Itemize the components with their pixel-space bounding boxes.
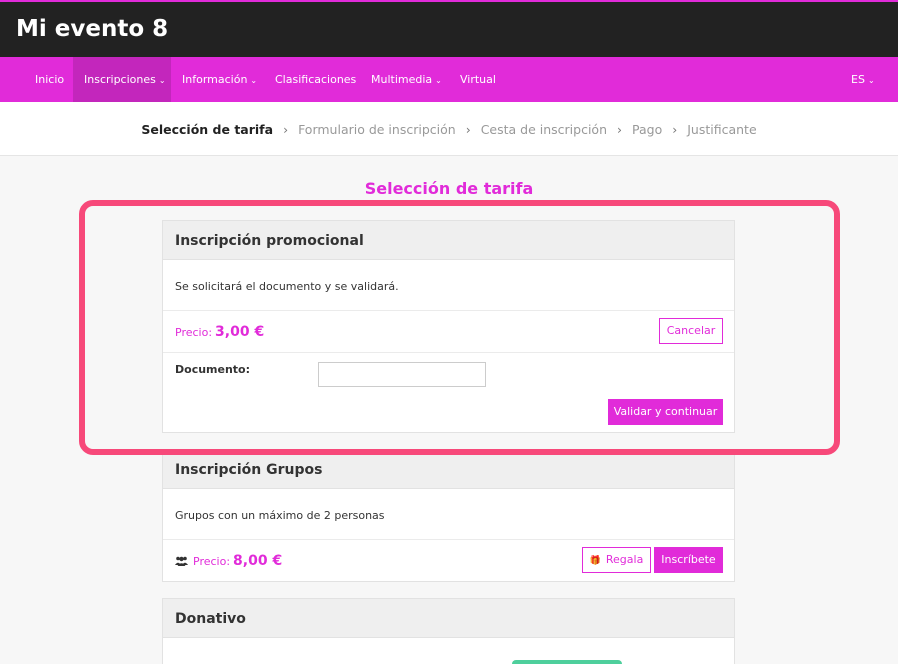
- nav-item-inscripciones[interactable]: Inscripciones ⌄: [73, 57, 171, 102]
- gift-icon: 🎁: [589, 556, 601, 566]
- rate-card-donativo: Donativo: [162, 598, 735, 664]
- price-label-text: Precio:: [193, 555, 231, 568]
- chevron-right-icon: ›: [672, 122, 678, 137]
- nav-item-inicio[interactable]: Inicio: [24, 57, 75, 102]
- gift-button-label: Regala: [605, 553, 644, 566]
- nav-item-clasificaciones[interactable]: Clasificaciones: [264, 57, 367, 102]
- rate-card-description: Grupos con un máximo de 2 personas: [163, 489, 734, 540]
- rate-card-grupos: Inscripción Grupos Grupos con un máximo …: [162, 449, 735, 582]
- price-row: Precio: 8,00 € 🎁 Regala Inscríbete: [163, 540, 734, 582]
- chevron-down-icon: ⌄: [867, 76, 875, 85]
- nav-item-label: Inscripciones: [84, 73, 156, 86]
- section-title: Selección de tarifa: [364, 179, 534, 198]
- donation-button[interactable]: [512, 660, 622, 664]
- rate-card-title: Inscripción Grupos: [163, 450, 734, 489]
- gift-button[interactable]: 🎁 Regala: [582, 547, 651, 573]
- step-formulario: Formulario de inscripción: [298, 122, 456, 137]
- nav-item-label: Información: [182, 73, 248, 86]
- signup-button[interactable]: Inscríbete: [654, 547, 723, 573]
- highlight-outline: [79, 200, 840, 455]
- breadcrumb-steps: Selección de tarifa › Formulario de inscri…: [0, 122, 898, 137]
- rate-card-title: Donativo: [163, 599, 734, 638]
- price-label: Precio: 8,00 €: [175, 553, 282, 569]
- chevron-down-icon: ⌄: [435, 76, 442, 85]
- step-cesta: Cesta de inscripción: [480, 122, 607, 137]
- top-bar: Mi evento 8: [0, 0, 898, 57]
- language-label: ES: [851, 73, 865, 86]
- chevron-down-icon: ⌄: [158, 76, 166, 85]
- price-value: 8,00 €: [233, 553, 283, 569]
- language-selector[interactable]: ES ⌄: [840, 57, 886, 102]
- nav-item-label: Multimedia: [371, 73, 433, 86]
- app-title[interactable]: Mi evento 8: [16, 16, 168, 42]
- chevron-down-icon: ⌄: [250, 76, 258, 85]
- chevron-right-icon: ›: [465, 122, 471, 137]
- steps-bar: Selección de tarifa › Formulario de inscri…: [0, 102, 898, 156]
- chevron-right-icon: ›: [283, 122, 289, 137]
- nav-item-label: Clasificaciones: [275, 73, 357, 86]
- step-seleccion-tarifa: Selección de tarifa: [141, 122, 274, 137]
- nav-item-label: Inicio: [35, 73, 65, 86]
- nav-item-multimedia[interactable]: Multimedia ⌄: [360, 57, 453, 102]
- step-justificante: Justificante: [687, 122, 757, 137]
- step-pago: Pago: [632, 122, 663, 137]
- nav-item-label: Virtual: [460, 73, 496, 86]
- chevron-right-icon: ›: [617, 122, 622, 137]
- nav-item-virtual[interactable]: Virtual: [449, 57, 507, 102]
- nav-item-informacion[interactable]: Información ⌄: [171, 57, 268, 102]
- main-nav: Inicio Inscripciones ⌄ Información ⌄ Clasi…: [0, 57, 898, 102]
- users-icon: [175, 556, 188, 566]
